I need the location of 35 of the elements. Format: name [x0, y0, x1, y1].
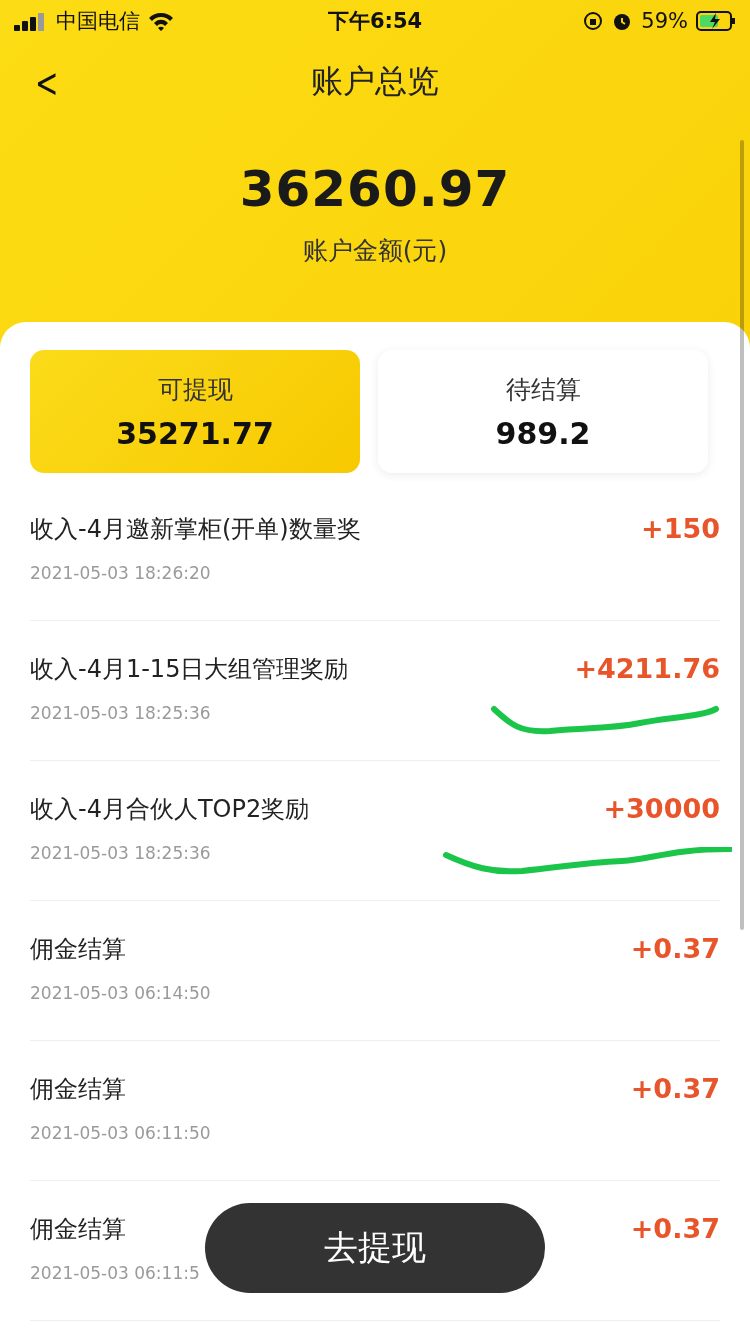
- balance-amount: 36260.97: [238, 160, 512, 218]
- transaction-title: 收入-4月合伙人TOP2奖励: [30, 794, 310, 825]
- balance-tile[interactable]: 待结算 989.2: [378, 350, 708, 473]
- balance-label: 账户金额(元): [301, 235, 449, 267]
- battery-percent: 59%: [641, 9, 688, 33]
- transaction-title: 收入-4月邀新掌柜(开单)数量奖: [30, 514, 361, 545]
- transaction-date: 2021-05-03 06:11:50: [30, 1123, 211, 1143]
- transaction-title: 佣金结算: [30, 1074, 127, 1105]
- rotation-lock-icon: [583, 11, 604, 31]
- carrier-name: 中国电信: [56, 8, 140, 35]
- battery-charging-icon: [696, 11, 736, 31]
- transaction-title: 收入-4月1-15日大组管理奖励: [30, 654, 349, 685]
- balance-tile[interactable]: 可提现 35271.77: [30, 350, 360, 473]
- transaction-amount: +150: [641, 513, 720, 546]
- wifi-icon: [148, 11, 174, 31]
- tile-label: 待结算: [505, 373, 581, 406]
- transaction-amount: +0.37: [630, 1073, 720, 1106]
- transaction-date: 2021-05-03 18:25:36: [30, 843, 212, 863]
- transaction-title: 佣金结算: [30, 1214, 127, 1245]
- transaction-amount: +0.37: [630, 1213, 720, 1246]
- transaction-date: 2021-05-03 06:11:5: [30, 1263, 200, 1283]
- transaction-amount: +4211.76: [574, 653, 720, 686]
- clock: 下午6:54: [327, 8, 423, 35]
- tile-value: 989.2: [495, 415, 591, 451]
- transaction-amount: +0.37: [630, 933, 720, 966]
- transaction-title: 佣金结算: [30, 934, 127, 965]
- tile-label: 可提现: [157, 373, 233, 406]
- transaction-amount: +30000: [603, 793, 720, 826]
- page-title: 账户总览: [311, 61, 439, 102]
- transaction-date: 2021-05-03 18:26:20: [30, 563, 212, 583]
- tile-value: 35271.77: [116, 415, 274, 451]
- back-button[interactable]: <: [29, 60, 65, 106]
- transaction-date: 2021-05-03 18:25:36: [30, 703, 212, 723]
- transaction-date: 2021-05-03 06:14:50: [30, 983, 211, 1003]
- withdraw-button[interactable]: 去提现: [205, 1203, 545, 1293]
